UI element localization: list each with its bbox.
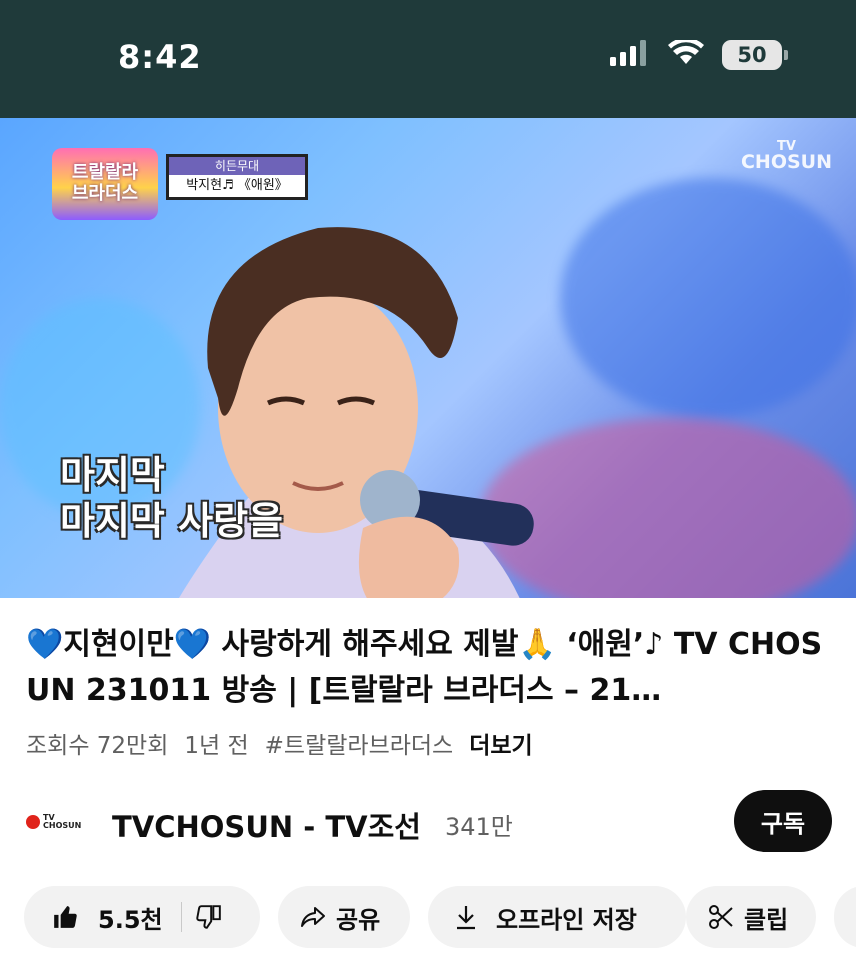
battery-icon: 50 <box>722 40 788 70</box>
stage-card-title: 히든무대 <box>169 157 305 175</box>
share-label: 공유 <box>336 905 381 934</box>
stage-caption-card: 히든무대 박지현♬ 《애원》 <box>166 154 308 200</box>
clip-button[interactable]: 클립 <box>686 886 816 948</box>
wifi-icon <box>668 37 704 70</box>
more-actions-button[interactable] <box>834 886 856 948</box>
status-bar: 8:42 50 <box>0 0 856 118</box>
channel-avatar[interactable]: TV CHOSUN <box>26 812 88 832</box>
status-time: 8:42 <box>118 38 202 76</box>
video-info-panel: 💙지현이만💙 사랑하게 해주세요 제발🙏 ‘애원’♪ TV CHOSUN 231… <box>0 598 856 979</box>
subscribe-button[interactable]: 구독 <box>734 790 832 852</box>
share-icon <box>300 905 326 929</box>
channel-logo-text: TV CHOSUN <box>43 814 81 830</box>
stage-card-song: 박지현♬ 《애원》 <box>186 178 288 193</box>
lyric-subtitle: 마지막 마지막 사랑을 <box>60 452 283 544</box>
dislike-icon[interactable] <box>195 904 222 930</box>
video-meta[interactable]: 조회수 72만회 1년 전 #트랄랄라브라더스 더보기 <box>26 726 533 760</box>
scissors-icon <box>708 904 734 930</box>
like-count[interactable]: 5.5천 <box>98 900 163 935</box>
clip-label: 클립 <box>744 905 789 934</box>
show-logo-line1: 트랄랄라 <box>71 162 139 184</box>
lyric-line-1: 마지막 <box>60 453 165 497</box>
video-title-text: 💙지현이만💙 사랑하게 해주세요 제발🙏 ‘애원’♪ TV CHOSUN 231… <box>26 627 823 708</box>
video-player[interactable]: 트랄랄라 브라더스 히든무대 박지현♬ 《애원》 TV CHOSUN 마지막 마… <box>0 118 856 598</box>
channel-logo-name: CHOSUN <box>43 821 82 830</box>
broadcaster-watermark: TV CHOSUN <box>741 140 832 172</box>
show-logo: 트랄랄라 브라더스 <box>52 148 158 220</box>
share-button[interactable]: 공유 <box>278 886 410 948</box>
signal-icon <box>610 40 650 70</box>
download-button[interactable]: 오프라인 저장 <box>428 886 686 948</box>
show-logo-line2: 브라더스 <box>71 183 139 204</box>
like-icon[interactable] <box>52 904 78 930</box>
channel-logo-icon <box>26 815 40 829</box>
channel-name[interactable]: TVCHOSUN - TV조선 <box>112 804 421 846</box>
download-icon <box>454 904 478 930</box>
watermark-chosun: CHOSUN <box>740 151 832 173</box>
upload-age: 1년 전 <box>184 733 249 759</box>
like-divider <box>180 902 182 932</box>
view-count: 조회수 72만회 <box>26 733 169 759</box>
video-title[interactable]: 💙지현이만💙 사랑하게 해주세요 제발🙏 ‘애원’♪ TV CHOSUN 231… <box>26 622 826 714</box>
subscriber-count: 341만 <box>445 813 513 841</box>
hashtag-link[interactable]: #트랄랄라브라더스 <box>265 726 454 760</box>
action-bar: 5.5천 공유 오프라인 저장 클립 <box>24 886 856 948</box>
download-label: 오프라인 저장 <box>496 905 637 934</box>
channel-row[interactable]: TV CHOSUN TVCHOSUN - TV조선 341만 구독 <box>0 786 856 856</box>
background-light <box>560 178 856 418</box>
more-link[interactable]: 더보기 <box>469 726 532 760</box>
lyric-line-2: 마지막 사랑을 <box>60 499 283 543</box>
like-dislike-chip: 5.5천 <box>24 886 260 948</box>
status-icons: 50 <box>610 37 788 70</box>
